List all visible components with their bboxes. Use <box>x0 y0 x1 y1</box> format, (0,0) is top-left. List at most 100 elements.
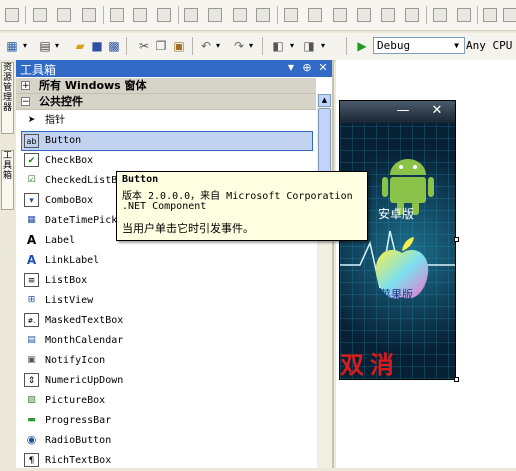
toolbox-title-bar: 工具箱 ▼ ⊕ ✕ <box>16 60 332 77</box>
dropdown-arrow-icon[interactable]: ▾ <box>318 38 328 54</box>
open-folder-icon[interactable]: ▰ <box>72 38 88 54</box>
toolbox-item-picturebox[interactable]: ▨ PictureBox <box>21 391 313 411</box>
toolbox-title: 工具箱 <box>20 63 57 77</box>
toolbox-item-label: LinkLabel <box>45 255 100 266</box>
button-icon: ab <box>24 134 39 148</box>
group-common-controls[interactable]: − 公共控件 <box>16 94 316 110</box>
increase-spacing-icon[interactable] <box>284 8 298 22</box>
add-item-icon[interactable]: ▤ <box>37 38 53 54</box>
horizontal-spacing-icon[interactable] <box>256 8 270 22</box>
tooltip-description: 当用户单击它时引发事件。 <box>122 222 254 235</box>
toolbar-separator <box>262 37 263 55</box>
toolbox-item-checkbox[interactable]: ✔ CheckBox <box>21 151 313 171</box>
resize-handle-bottom-right[interactable] <box>454 377 459 382</box>
toolbox-item-maskedtextbox[interactable]: #. MaskedTextBox <box>21 311 313 331</box>
picturebox-icon: ▨ <box>27 395 36 405</box>
minimize-icon[interactable]: — <box>394 103 412 119</box>
cut-icon[interactable]: ✂ <box>136 38 152 54</box>
close-icon[interactable]: ✕ <box>428 103 446 119</box>
toolbox-item-monthcalendar[interactable]: ▤ MonthCalendar <box>21 331 313 351</box>
form-title-bar: — ✕ <box>340 101 455 123</box>
navigate-forward-icon[interactable]: ◨ <box>301 38 317 54</box>
close-icon[interactable]: ✕ <box>316 61 330 75</box>
align-right-icon[interactable] <box>57 8 71 22</box>
toolbox-item-listbox[interactable]: ≡ ListBox <box>21 271 313 291</box>
toolbar-separator <box>178 6 179 24</box>
dropdown-arrow-icon[interactable]: ▾ <box>20 38 30 54</box>
decrease-spacing-icon[interactable] <box>308 8 322 22</box>
toolbox-item-button[interactable]: ab Button <box>21 131 313 151</box>
dropdown-arrow-icon[interactable]: ▾ <box>52 38 62 54</box>
center-vertical-icon[interactable] <box>457 8 471 22</box>
toolbox-item-label: RadioButton <box>45 435 112 446</box>
toolbox-item-label: MonthCalendar <box>45 335 124 346</box>
toolbox-item-linklabel[interactable]: A LinkLabel <box>21 251 313 271</box>
vertical-tab-label: 资源管理器 <box>2 63 12 113</box>
toolbox-item-label: PictureBox <box>45 395 106 406</box>
align-center-icon[interactable] <box>33 8 47 22</box>
navigate-backward-icon[interactable]: ◧ <box>270 38 286 54</box>
align-middle-icon[interactable] <box>110 8 124 22</box>
toolbox-item-radiobutton[interactable]: ◉ RadioButton <box>21 431 313 451</box>
chevron-down-icon[interactable]: ▼ <box>450 39 463 52</box>
save-icon[interactable]: ■ <box>89 38 105 54</box>
remove-spacing-icon[interactable] <box>333 8 347 22</box>
checkbox-icon: ✔ <box>24 153 39 167</box>
radiobutton-icon: ◉ <box>26 433 37 446</box>
toolbox-item-progressbar[interactable]: ▬ ProgressBar <box>21 411 313 431</box>
paste-icon[interactable]: ▣ <box>171 38 187 54</box>
vertical-spacing-icon[interactable] <box>357 8 371 22</box>
dropdown-arrow-icon[interactable]: ▾ <box>246 38 256 54</box>
align-left-icon[interactable] <box>5 8 19 22</box>
solution-configuration-select[interactable]: Debug ▼ <box>373 37 465 54</box>
same-size-icon[interactable] <box>208 8 222 22</box>
toolbox-item-richtextbox[interactable]: ¶ RichTextBox <box>21 451 313 471</box>
toolbox-item-label: Label <box>45 235 76 246</box>
toolbox-item-label: RichTextBox <box>45 455 112 466</box>
undo-icon[interactable]: ↶ <box>198 38 214 54</box>
decrease-vspacing-icon[interactable] <box>405 8 419 22</box>
pin-icon[interactable]: ⊕ <box>300 61 314 75</box>
vertical-tab-toolbox[interactable]: 工具箱 <box>1 150 14 210</box>
center-horizontal-icon[interactable] <box>433 8 447 22</box>
vertical-tab-resources[interactable]: 资源管理器 <box>1 62 14 134</box>
maskedtextbox-icon: #. <box>24 313 39 327</box>
copy-icon[interactable]: ❐ <box>153 38 169 54</box>
send-to-back-icon[interactable] <box>503 8 516 22</box>
start-debugging-icon[interactable]: ▶ <box>354 38 370 54</box>
dropdown-arrow-icon[interactable]: ▾ <box>287 38 297 54</box>
same-height-icon[interactable] <box>184 8 198 22</box>
new-project-icon[interactable]: ▦ <box>4 38 20 54</box>
toolbox-scrollbar[interactable]: ▲ <box>317 94 332 468</box>
collapse-icon[interactable]: − <box>21 97 30 107</box>
toolbox-item-notifyicon[interactable]: ▣ NotifyIcon <box>21 351 313 371</box>
save-all-icon[interactable]: ▩ <box>106 38 122 54</box>
resize-handle-right[interactable] <box>454 237 459 242</box>
toolbox-item-listview[interactable]: ⊞ ListView <box>21 291 313 311</box>
redo-icon[interactable]: ↷ <box>231 38 247 54</box>
group-all-windows-forms[interactable]: + 所有 Windows 窗体 <box>16 78 316 94</box>
toolbox-item-pointer[interactable]: ➤ 指针 <box>21 111 313 131</box>
datetime-icon: ▦ <box>27 215 36 225</box>
size-to-grid-icon[interactable] <box>233 8 247 22</box>
scroll-up-icon[interactable]: ▲ <box>318 94 331 107</box>
listview-icon: ⊞ <box>27 295 36 305</box>
same-width-icon[interactable] <box>157 8 171 22</box>
toolbar-separator <box>126 37 127 55</box>
align-bottom-icon[interactable] <box>133 8 147 22</box>
window-position-icon[interactable]: ▼ <box>284 61 298 75</box>
combobox-icon: ▾ <box>24 193 39 207</box>
listbox-icon: ≡ <box>24 273 39 287</box>
tooltip-title: Button <box>122 174 159 185</box>
solution-platform-select[interactable]: Any CPU <box>466 37 516 54</box>
toolbox-item-numericupdown[interactable]: ⇕ NumericUpDown <box>21 371 313 391</box>
bring-to-front-icon[interactable] <box>483 8 497 22</box>
toolbox-panel: 工具箱 ▼ ⊕ ✕ + 所有 Windows 窗体 − 公共控件 ➤ 指针 ab… <box>16 60 334 468</box>
expand-icon[interactable]: + <box>21 81 30 91</box>
align-top-icon[interactable] <box>82 8 96 22</box>
dropdown-arrow-icon[interactable]: ▾ <box>213 38 223 54</box>
toolbar-separator <box>103 6 104 24</box>
toolbox-item-label: ComboBox <box>45 195 94 206</box>
increase-vspacing-icon[interactable] <box>381 8 395 22</box>
richtextbox-icon: ¶ <box>24 453 39 467</box>
